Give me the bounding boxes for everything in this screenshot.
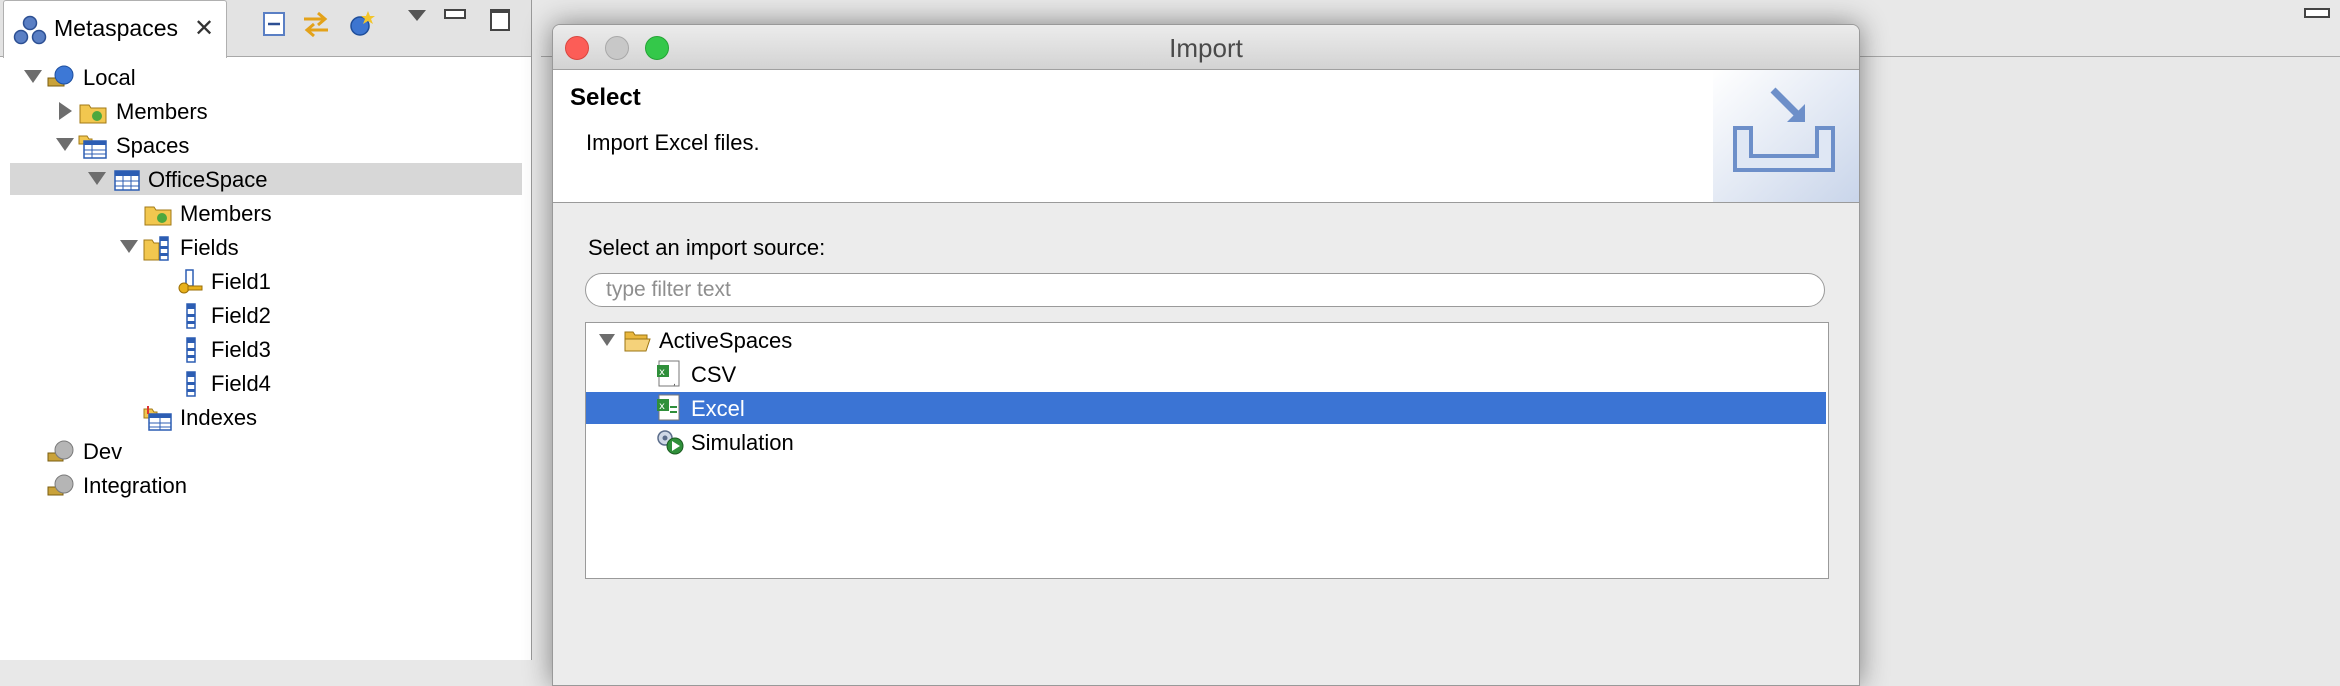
members-folder-icon bbox=[144, 206, 172, 226]
tree-label: Field2 bbox=[211, 303, 271, 328]
expanded-chevron-icon[interactable] bbox=[24, 70, 42, 83]
tree-label: Dev bbox=[83, 439, 123, 464]
svg-text:x: x bbox=[659, 367, 665, 378]
metaspace-local-icon bbox=[47, 65, 74, 87]
svg-text:,: , bbox=[673, 378, 676, 388]
tree-label: Indexes bbox=[180, 405, 258, 430]
link-with-editor-icon[interactable] bbox=[300, 8, 332, 40]
dialog-title: Import bbox=[1169, 33, 1243, 63]
expanded-chevron-icon[interactable] bbox=[88, 172, 106, 185]
folder-open-icon bbox=[624, 331, 651, 352]
wizard-page-description: Import Excel files. bbox=[586, 130, 760, 155]
minimize-view-icon[interactable] bbox=[444, 9, 466, 19]
new-metaspace-icon[interactable] bbox=[346, 8, 378, 40]
source-label-text: CSV bbox=[691, 362, 737, 387]
field-icon bbox=[186, 303, 196, 329]
spaces-table-icon bbox=[78, 135, 107, 159]
svg-text:x: x bbox=[659, 401, 665, 412]
fields-icon bbox=[143, 236, 169, 261]
simulation-icon bbox=[657, 430, 684, 455]
csv-file-icon: x , bbox=[657, 360, 680, 388]
dialog-titlebar[interactable]: Import bbox=[553, 25, 1859, 70]
space-table-icon bbox=[114, 170, 140, 191]
source-label-text: Excel bbox=[691, 396, 745, 421]
tree-label: OfficeSpace bbox=[148, 167, 268, 192]
metaspace-remote-icon bbox=[47, 474, 74, 496]
import-wizard-icon bbox=[1713, 70, 1859, 202]
indexes-icon bbox=[143, 406, 172, 431]
tree-label: Field3 bbox=[211, 337, 271, 362]
source-label-text: ActiveSpaces bbox=[659, 328, 793, 353]
tree-label: Fields bbox=[180, 235, 239, 260]
filter-input[interactable] bbox=[585, 273, 1825, 307]
expanded-chevron-icon[interactable] bbox=[120, 240, 138, 253]
expanded-chevron-icon[interactable] bbox=[599, 334, 615, 346]
members-folder-icon bbox=[79, 104, 107, 124]
metaspaces-icon bbox=[13, 15, 47, 45]
collapsed-chevron-icon[interactable] bbox=[59, 102, 72, 120]
view-menu-icon[interactable] bbox=[408, 10, 426, 21]
tree-label: Spaces bbox=[116, 133, 190, 158]
source-item-activespaces[interactable]: ActiveSpaces bbox=[586, 324, 1826, 356]
maximize-view-icon[interactable] bbox=[490, 9, 510, 31]
import-source-label: Select an import source: bbox=[588, 235, 826, 260]
key-field-icon bbox=[178, 269, 203, 294]
tree-label: Members bbox=[116, 99, 208, 124]
wizard-header: Select Import Excel files. bbox=[553, 70, 1859, 203]
tree-label: Members bbox=[180, 201, 272, 226]
view-tab-bar: Metaspaces ✕ bbox=[0, 0, 531, 58]
tree-label: Field1 bbox=[211, 269, 271, 294]
close-icon[interactable]: ✕ bbox=[194, 14, 214, 43]
source-item-excel[interactable]: x Excel bbox=[586, 392, 1826, 424]
field-icon bbox=[186, 371, 196, 397]
import-dialog: Import Select Import Excel files. Select… bbox=[552, 24, 1860, 686]
excel-file-icon: x bbox=[657, 394, 680, 421]
tree-label: Field4 bbox=[211, 371, 271, 396]
metaspace-remote-icon bbox=[47, 440, 74, 462]
source-label-text: Simulation bbox=[691, 430, 794, 455]
field-icon bbox=[186, 337, 196, 363]
metaspaces-tab[interactable]: Metaspaces ✕ bbox=[3, 0, 227, 58]
collapse-all-icon[interactable] bbox=[258, 8, 290, 40]
import-source-tree: ActiveSpaces x , CSV x Excel Simulation bbox=[585, 322, 1829, 579]
wizard-page-title: Select bbox=[570, 84, 641, 111]
expanded-chevron-icon[interactable] bbox=[56, 138, 74, 151]
tree-label: Local bbox=[83, 65, 136, 90]
minimize-editor-icon[interactable] bbox=[2304, 8, 2330, 18]
source-item-simulation[interactable]: Simulation bbox=[586, 426, 1826, 458]
tree-label: Integration bbox=[83, 473, 187, 498]
source-item-csv[interactable]: x , CSV bbox=[586, 358, 1826, 390]
metaspaces-view: Metaspaces ✕ Local Members Spaces Office… bbox=[0, 0, 532, 660]
metaspaces-tab-label: Metaspaces bbox=[54, 15, 179, 41]
